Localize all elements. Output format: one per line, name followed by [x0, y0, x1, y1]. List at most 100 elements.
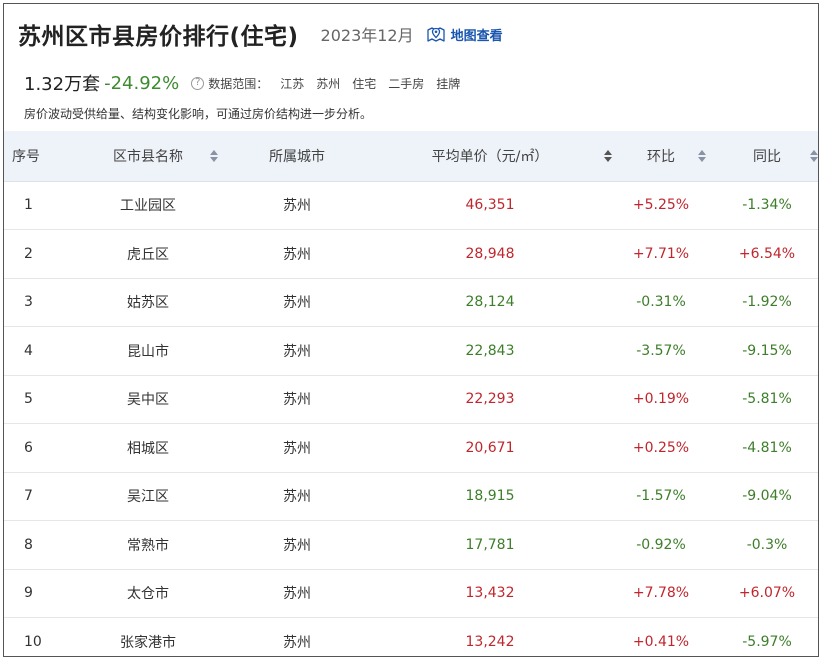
cell-mom-change: +7.78%: [632, 585, 690, 602]
cell-avg-price: 13,242: [465, 633, 515, 650]
page-title: 苏州区市县房价排行(住宅): [18, 24, 299, 50]
table-row[interactable]: 5 吴中区 苏州 22,293 +0.19% -5.81%: [4, 375, 818, 424]
cell-avg-price: 46,351: [465, 197, 515, 214]
cell-district-name: 吴中区: [127, 392, 169, 409]
cell-yoy-change: -5.81%: [742, 391, 792, 408]
cell-city: 苏州: [283, 198, 311, 215]
cell-city: 苏州: [283, 489, 311, 506]
cell-mom-change: +0.19%: [632, 391, 690, 408]
cell-city: 苏州: [283, 246, 311, 263]
table-row[interactable]: 1 工业园区 苏州 46,351 +5.25% -1.34%: [4, 181, 818, 230]
cell-avg-price: 20,671: [465, 439, 515, 456]
table-row[interactable]: 10 张家港市 苏州 13,242 +0.41% -5.97%: [4, 618, 818, 657]
cell-rank: 9: [24, 585, 33, 602]
cell-yoy-change: -1.34%: [742, 197, 792, 214]
sort-mom-icon[interactable]: [698, 149, 706, 162]
cell-district-name: 相城区: [127, 440, 169, 457]
column-header-mom[interactable]: 环比: [608, 131, 714, 182]
cell-district-name: 虎丘区: [127, 246, 169, 263]
map-pin-icon: [426, 27, 445, 42]
cell-rank: 10: [24, 633, 42, 650]
cell-mom-change: -0.31%: [636, 294, 686, 311]
cell-city: 苏州: [283, 634, 311, 651]
listing-change: -24.92%: [104, 72, 180, 94]
cell-district-name: 昆山市: [127, 343, 169, 360]
cell-mom-change: +7.71%: [632, 245, 690, 262]
cell-yoy-change: -9.15%: [742, 342, 792, 359]
note-text: 房价波动受供给量、结构变化影响，可通过房价结构进一步分析。: [24, 107, 373, 121]
cell-city: 苏州: [283, 537, 311, 554]
cell-yoy-change: +6.54%: [738, 245, 796, 262]
cell-mom-change: -0.92%: [636, 536, 686, 553]
table-row[interactable]: 6 相城区 苏州 20,671 +0.25% -4.81%: [4, 424, 818, 472]
scope-item-property-type[interactable]: 住宅: [352, 75, 376, 92]
map-view-link[interactable]: 地图查看: [426, 25, 503, 44]
cell-city: 苏州: [283, 440, 311, 457]
scope-label: 数据范围：: [208, 76, 269, 91]
cell-mom-change: +5.25%: [632, 197, 690, 214]
cell-city: 苏州: [283, 392, 311, 409]
column-header-name[interactable]: 区市县名称: [74, 131, 222, 182]
column-header-yoy[interactable]: 同比: [714, 131, 818, 182]
help-icon[interactable]: ?: [191, 76, 205, 90]
cell-yoy-change: -4.81%: [742, 439, 792, 456]
sort-yoy-icon[interactable]: [810, 149, 818, 162]
cell-avg-price: 22,293: [465, 391, 515, 408]
cell-district-name: 张家港市: [120, 634, 176, 651]
cell-avg-price: 17,781: [465, 536, 515, 553]
period-date: 2023年12月: [320, 26, 414, 45]
map-view-label: 地图查看: [450, 28, 503, 44]
cell-yoy-change: -1.92%: [742, 294, 792, 311]
cell-rank: 1: [24, 197, 33, 214]
cell-rank: 4: [24, 342, 33, 359]
cell-yoy-change: +6.07%: [738, 585, 796, 602]
cell-rank: 6: [24, 439, 33, 456]
cell-yoy-change: -5.97%: [742, 633, 792, 650]
title-row: 苏州区市县房价排行(住宅) 2023年12月 地图查看: [18, 16, 503, 52]
cell-rank: 2: [24, 245, 33, 262]
sort-name-icon[interactable]: [210, 149, 218, 162]
cell-avg-price: 18,915: [465, 488, 515, 505]
listing-count: 1.32万套: [24, 74, 101, 95]
cell-avg-price: 28,948: [465, 245, 515, 262]
cell-rank: 8: [24, 536, 33, 553]
scope-item-source[interactable]: 挂牌: [436, 75, 460, 92]
column-header-city: 所属城市: [222, 131, 372, 182]
cell-district-name: 常熟市: [127, 537, 169, 554]
cell-avg-price: 22,843: [465, 342, 515, 359]
cell-mom-change: -1.57%: [636, 488, 686, 505]
table-row[interactable]: 2 虎丘区 苏州 28,948 +7.71% +6.54%: [4, 230, 818, 278]
table-row[interactable]: 8 常熟市 苏州 17,781 -0.92% -0.3%: [4, 521, 818, 569]
cell-avg-price: 28,124: [465, 294, 515, 311]
cell-city: 苏州: [283, 586, 311, 603]
cell-mom-change: +0.41%: [632, 633, 690, 650]
ranking-table: 序号 区市县名称 所属城市 平均单价（元/㎡） 环比 同比 1 工业园区 苏州 …: [4, 131, 818, 657]
cell-district-name: 太仓市: [127, 586, 169, 603]
cell-rank: 5: [24, 391, 33, 408]
table-row[interactable]: 3 姑苏区 苏州 28,124 -0.31% -1.92%: [4, 278, 818, 327]
column-header-price[interactable]: 平均单价（元/㎡）: [372, 131, 612, 182]
cell-city: 苏州: [283, 343, 311, 360]
cell-mom-change: -3.57%: [636, 342, 686, 359]
scope-item-city[interactable]: 苏州: [316, 75, 340, 92]
table-body: 1 工业园区 苏州 46,351 +5.25% -1.34% 2 虎丘区 苏州 28,948 +7.…: [4, 181, 818, 657]
scope-item-market[interactable]: 二手房: [388, 75, 424, 92]
summary-row: 1.32万套 -24.92% ? 数据范围： 江苏 苏州 住宅 二手房 挂牌: [24, 70, 460, 96]
cell-city: 苏州: [283, 295, 311, 312]
cell-district-name: 工业园区: [120, 198, 176, 215]
ranking-panel: 苏州区市县房价排行(住宅) 2023年12月 地图查看 1.32万套 -24.9…: [3, 3, 819, 657]
cell-yoy-change: -9.04%: [742, 488, 792, 505]
cell-avg-price: 13,432: [465, 585, 515, 602]
cell-rank: 3: [24, 294, 33, 311]
table-row[interactable]: 4 昆山市 苏州 22,843 -3.57% -9.15%: [4, 327, 818, 375]
table-header-row: 序号 区市县名称 所属城市 平均单价（元/㎡） 环比 同比: [4, 131, 818, 182]
column-header-rank: 序号: [4, 131, 74, 182]
cell-district-name: 姑苏区: [127, 295, 169, 312]
cell-rank: 7: [24, 488, 33, 505]
cell-district-name: 吴江区: [127, 489, 169, 506]
table-row[interactable]: 7 吴江区 苏州 18,915 -1.57% -9.04%: [4, 472, 818, 521]
cell-mom-change: +0.25%: [632, 439, 690, 456]
scope-item-province[interactable]: 江苏: [280, 75, 304, 92]
cell-yoy-change: -0.3%: [746, 536, 788, 553]
table-row[interactable]: 9 太仓市 苏州 13,432 +7.78% +6.07%: [4, 569, 818, 618]
